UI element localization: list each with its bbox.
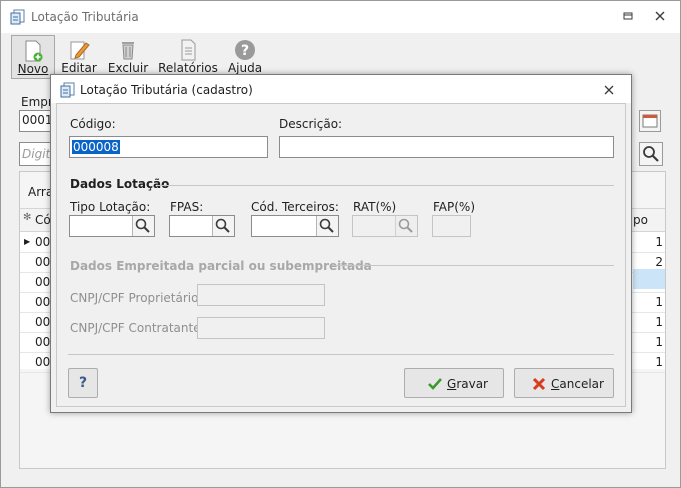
dialog-app-icon xyxy=(60,82,75,98)
trash-icon xyxy=(122,42,134,60)
editar-label: Editar xyxy=(61,61,97,75)
selected-cell xyxy=(633,269,665,289)
excluir-label: Excluir xyxy=(107,61,149,75)
window-title: Lotação Tributária xyxy=(31,10,139,24)
search-icon xyxy=(643,146,659,162)
rat-input xyxy=(352,215,418,237)
app-icon xyxy=(10,9,25,25)
row-tipo: 1 xyxy=(655,235,663,249)
fpas-search-button[interactable] xyxy=(212,216,234,236)
asterisk-icon: ✻ xyxy=(23,212,32,223)
toolbar: Novo Editar Excluir Relatórios ? Ajuda xyxy=(1,33,680,79)
footer-divider xyxy=(68,354,614,355)
section-divider xyxy=(157,185,614,186)
gravar-button[interactable]: Gravar xyxy=(404,368,504,398)
search-icon xyxy=(215,218,230,233)
cod-terceiros-search-button[interactable] xyxy=(316,216,338,236)
restore-icon[interactable] xyxy=(621,10,635,24)
dialog-title-bar: Lotação Tributária (cadastro) xyxy=(51,75,631,103)
cancelar-label: Cancelar xyxy=(551,377,604,391)
svg-text:?: ? xyxy=(241,43,249,59)
report-icon xyxy=(181,39,196,61)
cancel-x-icon xyxy=(532,377,546,391)
codigo-label: Código: xyxy=(70,117,116,131)
dialog-body: Código: 000008 Descrição: Dados Lotação … xyxy=(56,103,626,407)
dialog-title: Lotação Tributária (cadastro) xyxy=(80,83,253,97)
row-tipo: 1 xyxy=(655,335,663,349)
rat-label: RAT(%) xyxy=(353,200,397,214)
cod-terceiros-label: Cód. Terceiros: xyxy=(251,200,339,214)
relatorios-label: Relatórios xyxy=(158,61,218,75)
row-tipo: 1 xyxy=(655,355,663,369)
excluir-button[interactable]: Excluir xyxy=(107,35,149,77)
empresa-label: Empr xyxy=(21,95,53,109)
fap-input xyxy=(432,215,471,237)
cnpj-proprietario-input xyxy=(197,284,325,306)
search-icon xyxy=(135,218,150,233)
edit-pencil-icon xyxy=(70,41,90,60)
rat-search-button xyxy=(395,216,417,236)
cnpj-contratante-label: CNPJ/CPF Contratante: xyxy=(70,321,205,335)
title-bar: Lotação Tributária xyxy=(1,1,680,33)
descricao-label: Descrição: xyxy=(279,117,343,131)
help-button[interactable]: ? xyxy=(68,368,98,398)
novo-button[interactable]: Novo xyxy=(11,35,55,79)
tipo-lotacao-input[interactable] xyxy=(69,215,155,237)
dialog-close-icon[interactable] xyxy=(603,84,615,96)
row-pointer-icon: ▶ xyxy=(24,237,31,246)
section-dados-lotacao: Dados Lotação xyxy=(70,177,170,191)
help-button-label: ? xyxy=(79,375,88,391)
novo-label: Novo xyxy=(17,62,49,76)
calendar-button[interactable] xyxy=(639,110,661,132)
search-icon xyxy=(398,218,413,233)
fpas-label: FPAS: xyxy=(170,200,204,214)
ajuda-label: Ajuda xyxy=(227,61,263,75)
ajuda-button[interactable]: ? Ajuda xyxy=(225,35,265,77)
search-icon xyxy=(319,218,334,233)
codigo-input[interactable]: 000008 xyxy=(69,136,268,158)
row-tipo: 2 xyxy=(655,255,663,269)
section-dados-empreitada: Dados Empreitada parcial ou subempreitad… xyxy=(70,259,372,273)
cadastro-dialog: Lotação Tributária (cadastro) Código: 00… xyxy=(50,74,632,413)
row-tipo: 1 xyxy=(655,295,663,309)
tipo-lotacao-search-button[interactable] xyxy=(132,216,154,236)
relatorios-button[interactable]: Relatórios xyxy=(157,35,219,77)
gravar-label: Gravar xyxy=(447,377,488,391)
section-divider xyxy=(332,265,614,266)
cnpj-proprietario-label: CNPJ/CPF Proprietário: xyxy=(70,291,203,305)
cod-terceiros-input[interactable] xyxy=(251,215,339,237)
cnpj-contratante-input xyxy=(197,317,325,339)
editar-button[interactable]: Editar xyxy=(59,35,99,77)
check-icon xyxy=(428,378,442,390)
close-icon[interactable] xyxy=(653,10,667,24)
col-tipo-header[interactable]: po xyxy=(633,213,648,227)
descricao-input[interactable] xyxy=(279,136,614,158)
fpas-input[interactable] xyxy=(169,215,235,237)
new-document-icon xyxy=(25,40,43,62)
cancelar-button[interactable]: Cancelar xyxy=(514,368,614,398)
row-tipo: 1 xyxy=(655,315,663,329)
tipo-lotacao-label: Tipo Lotação: xyxy=(70,200,151,214)
help-icon: ? xyxy=(235,40,255,60)
search-button[interactable] xyxy=(639,142,663,166)
fap-label: FAP(%) xyxy=(433,200,476,214)
calendar-icon xyxy=(642,114,658,128)
